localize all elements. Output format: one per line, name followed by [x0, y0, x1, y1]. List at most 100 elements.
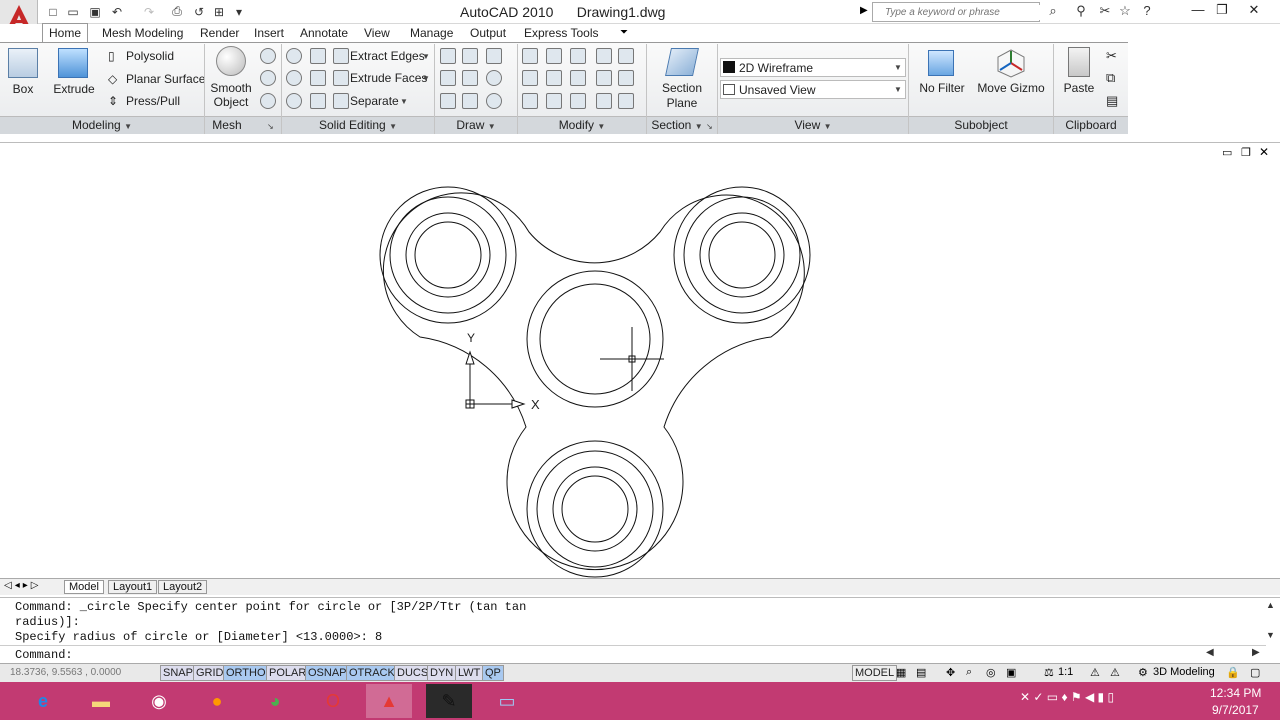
annotation-visibility-icon[interactable]: ⚠ [1090, 666, 1100, 679]
section-plane-label[interactable]: Section Plane [656, 81, 708, 111]
qat-dropdown-icon[interactable]: ▾ [230, 3, 248, 20]
separate-label[interactable]: Separate [350, 94, 399, 108]
ellipse-icon[interactable] [486, 93, 502, 109]
redo-icon[interactable]: ↷ [140, 3, 158, 20]
lwt-toggle[interactable]: LWT [455, 665, 484, 681]
maximize-button[interactable]: ❐ [1208, 0, 1236, 20]
binoculars-icon[interactable]: ⌕ [1044, 3, 1062, 21]
box-icon[interactable] [8, 48, 38, 78]
undo-history-icon[interactable]: ↺ [190, 3, 208, 20]
osnap-toggle[interactable]: OSNAP [305, 665, 350, 681]
steeringwheel-icon[interactable]: ◎ [986, 666, 996, 679]
chevron-down-icon[interactable]: ▼ [400, 97, 408, 106]
extrude-icon[interactable] [58, 48, 88, 78]
tools-icon[interactable]: ✂ [1096, 3, 1114, 21]
qp-toggle[interactable]: QP [482, 665, 504, 681]
visual-style-select[interactable]: 2D Wireframe [720, 58, 906, 77]
tab-layout2[interactable]: Layout2 [158, 580, 208, 594]
polysolid-icon[interactable]: ▯ [108, 49, 115, 63]
tab-mesh-modeling[interactable]: Mesh Modeling [96, 24, 189, 42]
separate-icon[interactable] [333, 93, 349, 109]
extrude-label[interactable]: Extrude [52, 82, 96, 96]
minimize-ribbon-icon[interactable]: ⏷ [620, 27, 628, 38]
planar-surface-label[interactable]: Planar Surface [126, 72, 205, 86]
otrack-toggle[interactable]: OTRACK [346, 665, 398, 681]
tab-render[interactable]: Render [194, 24, 245, 42]
polygon-icon[interactable] [440, 93, 456, 109]
autocad-taskbar-icon[interactable]: ▲ [366, 684, 412, 718]
pen-tool-icon[interactable]: ✎ [426, 684, 472, 718]
extrude-faces-icon[interactable] [333, 70, 349, 86]
showmotion-icon[interactable]: ▣ [1006, 666, 1016, 679]
screen-recorder-icon[interactable]: ◉ [136, 684, 182, 718]
ortho-toggle[interactable]: ORTHO [223, 665, 269, 681]
box-label[interactable]: Box [6, 82, 40, 96]
copy-icon[interactable] [596, 48, 612, 64]
extract-edges-icon[interactable] [333, 48, 349, 64]
layout-nav-icons[interactable]: ◁◂▸▷ [4, 580, 41, 591]
tab-output[interactable]: Output [464, 24, 512, 42]
model-space-toggle[interactable]: MODEL [852, 665, 898, 681]
favorites-icon[interactable]: ☆ [1116, 3, 1134, 21]
chrome-icon[interactable]: ◕ [252, 684, 298, 718]
zoom-status-icon[interactable]: ⌕ [966, 666, 972, 679]
tray-icons[interactable]: ✕ ✓ ▭ ♦ ⚑ ◀ ▮ ▯ [1020, 690, 1114, 704]
extract-edges-label[interactable]: Extract Edges [350, 49, 425, 63]
panel-title-modify[interactable]: Modify ▼ [518, 116, 646, 134]
join-icon[interactable] [618, 93, 634, 109]
opera-icon[interactable]: O [310, 684, 356, 718]
tab-layout1[interactable]: Layout1 [108, 580, 158, 594]
chevron-down-icon[interactable]: ▼ [894, 63, 902, 72]
planar-surface-icon[interactable]: ◇ [108, 72, 117, 86]
undo-icon[interactable]: ↶ [108, 3, 126, 20]
mesh-smooth-less-icon[interactable] [260, 70, 276, 86]
line-icon[interactable] [462, 70, 478, 86]
scroll-up-icon[interactable]: ▲ [1266, 600, 1275, 610]
open-icon[interactable]: ▭ [64, 3, 82, 20]
mirror-icon[interactable] [522, 70, 538, 86]
move-gizmo-label[interactable]: Move Gizmo [976, 81, 1046, 95]
search-box[interactable] [872, 2, 1047, 22]
polar-toggle[interactable]: POLAR [266, 665, 310, 681]
annotation-scale-value[interactable]: 1:1 [1058, 666, 1073, 678]
presspull-icon[interactable]: ⇕ [108, 94, 118, 108]
tab-express-tools[interactable]: Express Tools [518, 24, 604, 42]
clock-date[interactable]: 9/7/2017 [1212, 703, 1259, 717]
panel-title-section[interactable]: Section ▼ ↘ [647, 116, 717, 134]
smooth-object-icon[interactable] [216, 46, 246, 76]
grid-toggle[interactable]: GRID [193, 665, 227, 681]
explode-icon[interactable] [570, 93, 586, 109]
interfere-icon[interactable] [310, 70, 326, 86]
lock-icon[interactable]: 🔒 [1226, 666, 1240, 679]
move-gizmo-icon[interactable] [996, 48, 1026, 78]
close-button[interactable]: ✕ [1240, 0, 1268, 20]
clean-screen-icon[interactable]: ▢ [1250, 666, 1260, 679]
paste-icon[interactable] [1068, 47, 1090, 77]
no-filter-icon[interactable] [928, 50, 954, 76]
tab-home[interactable]: Home [42, 23, 89, 43]
plot-icon[interactable]: ⎙ [168, 3, 186, 20]
mesh-smooth-more-icon[interactable] [260, 48, 276, 64]
rectangle-icon[interactable] [462, 93, 478, 109]
fillet-icon[interactable] [618, 70, 634, 86]
panel-title-mesh[interactable]: Mesh ↘ [205, 116, 281, 134]
rotate-icon[interactable] [440, 48, 456, 64]
search-input[interactable] [885, 5, 1047, 20]
annotation-autoscale-icon[interactable]: ⚠ [1110, 666, 1120, 679]
snap-toggle[interactable]: SNAP [160, 665, 196, 681]
move-icon[interactable] [570, 48, 586, 64]
intersect-icon[interactable] [286, 93, 302, 109]
scroll-right-icon[interactable]: ▶ [1252, 647, 1260, 658]
polyline-icon[interactable] [440, 70, 456, 86]
array-icon[interactable] [546, 70, 562, 86]
chevron-down-icon[interactable]: ▼ [894, 85, 902, 94]
panel-title-solid-editing[interactable]: Solid Editing ▼ [282, 116, 434, 134]
command-input-row[interactable] [0, 645, 1266, 663]
photos-icon[interactable]: ▭ [484, 684, 530, 718]
union-icon[interactable] [286, 48, 302, 64]
paste-label[interactable]: Paste [1058, 81, 1100, 95]
erase-icon[interactable] [596, 93, 612, 109]
slice-icon[interactable] [310, 48, 326, 64]
thicken-icon[interactable] [310, 93, 326, 109]
align-icon[interactable] [570, 70, 586, 86]
